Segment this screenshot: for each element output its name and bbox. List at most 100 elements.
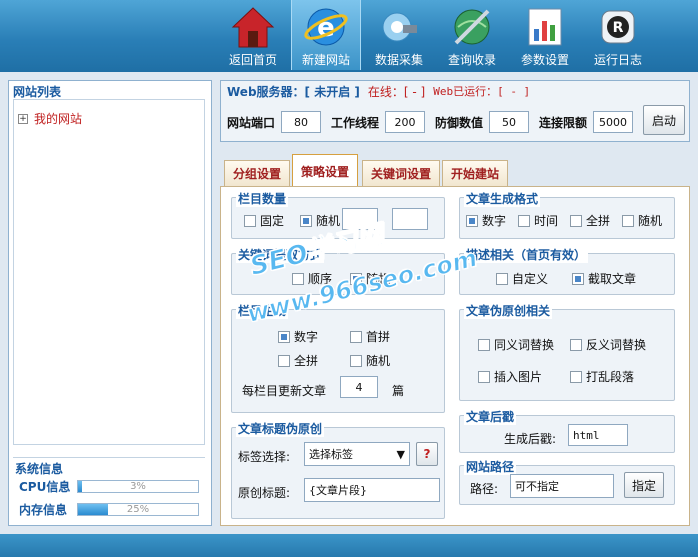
start-button[interactable]: 启动 [643,105,685,135]
defense-field: 防御数值 50 [435,111,530,133]
column-gen-digit[interactable]: 数字 [278,328,318,345]
threads-field: 工作线程 200 [331,111,426,133]
nav-home-button[interactable]: 返回首页 [218,0,288,70]
description-custom[interactable]: 自定义 [496,270,548,287]
synonym-replace[interactable]: 同义词替换 [478,336,554,353]
insert-image[interactable]: 插入图片 [478,368,542,385]
log-icon: R [595,4,641,50]
keyword-extract-group: 关键词提取方式 顺序 随机 [231,246,445,295]
status-bar [0,534,698,557]
threads-label: 工作线程 [331,115,380,130]
nav-index-query-label: 查询收录 [447,53,496,67]
nav-new-site-label: 新建网站 [301,53,350,67]
cpu-value: 3% [130,481,146,492]
server-title: Web服务器：[ 未开启 ] [227,85,360,99]
article-format-full[interactable]: 全拼 [570,212,610,229]
nav-settings-label: 参数设置 [520,53,569,67]
antonym-replace[interactable]: 反义词替换 [570,336,646,353]
cpu-label: CPU信息 [19,480,71,494]
top-toolbar: 返回首页 e 新建网站 数据采集 查询收录 参数设置 R 运行日志 [0,0,698,72]
nav-collect-button[interactable]: 数据采集 [364,0,434,70]
port-field: 网站端口 80 [227,111,322,133]
site-list-title: 网站列表 [11,83,64,100]
tag-select-dropdown[interactable]: 选择标签 ▼ [304,442,410,466]
search-globe-icon [449,4,495,50]
settings-panel: Web服务器：[ 未开启 ] 在线：[ - ] Web已运行：[ - ] 网站端… [220,80,690,526]
memory-label: 内存信息 [19,503,68,517]
site-list-panel: 网站列表 + 我的网站 系统信息 CPU信息 3% 内存信息 25% [8,80,212,526]
article-format-random[interactable]: 随机 [622,212,662,229]
tab-bar: 分组设置 策略设置 关键词设置 开始建站 [220,150,690,188]
nav-log-button[interactable]: R 运行日志 [583,0,653,70]
suffix-label: 生成后戳: [504,432,557,446]
column-gen-initials[interactable]: 首拼 [350,328,390,345]
system-info-title: 系统信息 [13,460,66,477]
keyword-extract-random[interactable]: 随机 [350,270,390,287]
site-tree[interactable]: + 我的网站 [13,99,205,445]
ie-globe-icon: e [303,4,349,50]
article-suffix-title: 文章后戳 [464,408,517,425]
column-count-fixed[interactable]: 固定 [244,212,284,229]
column-count-group: 栏目数量 固定 随机 [231,190,445,239]
svg-text:R: R [613,20,624,36]
defense-input[interactable]: 50 [489,111,530,133]
cpu-progress-bar: 3% [77,480,199,493]
nav-new-site-button[interactable]: e 新建网站 [291,0,361,70]
server-status: Web服务器：[ 未开启 ] 在线：[ - ] Web已运行：[ - ] [227,83,530,100]
shuffle-paragraphs[interactable]: 打乱段落 [570,368,634,385]
connection-limit-field: 连接限额 5000 [539,111,634,133]
defense-label: 防御数值 [435,115,484,130]
article-pseudo-title: 文章伪原创相关 [464,302,553,319]
home-icon [230,4,276,50]
per-column-input[interactable]: 4 [340,376,378,398]
nav-log-label: 运行日志 [593,53,642,67]
path-specify-button[interactable]: 指定 [624,472,664,498]
memory-row: 内存信息 25% [19,501,199,518]
chart-icon [522,4,568,50]
online-count: 在线：[ - ] [367,85,426,99]
nav-index-query-button[interactable]: 查询收录 [437,0,507,70]
article-pseudo-group: 文章伪原创相关 同义词替换 反义词替换 插入图片 打乱段落 [459,302,675,401]
port-input[interactable]: 80 [281,111,322,133]
column-count-title: 栏目数量 [236,190,289,207]
expand-icon[interactable]: + [18,113,28,124]
title-pseudo-title: 文章标题伪原创 [236,420,325,437]
memory-progress-bar: 25% [77,503,199,516]
column-count-min-input[interactable] [342,208,378,230]
tree-item-label: 我的网站 [34,112,83,126]
connection-limit-label: 连接限额 [539,115,588,130]
column-count-max-input[interactable] [392,208,428,230]
tab-start-build[interactable]: 开始建站 [442,160,509,186]
tab-group-settings[interactable]: 分组设置 [224,160,291,186]
title-pseudo-group: 文章标题伪原创 标签选择: 选择标签 ▼ ? 原创标题: {文章片段} [231,420,445,519]
tab-keyword-settings[interactable]: 关键词设置 [362,160,441,186]
tree-item-my-site[interactable]: + 我的网站 [18,110,82,127]
site-path-group: 网站路径 路径: 可不指定 指定 [459,458,675,505]
tag-help-button[interactable]: ? [416,442,438,466]
suffix-input[interactable]: html [568,424,628,446]
column-count-random[interactable]: 随机 [300,212,340,229]
path-input[interactable]: 可不指定 [510,474,614,498]
satellite-icon [376,4,422,50]
nav-collect-label: 数据采集 [374,53,423,67]
tab-strategy-settings[interactable]: 策略设置 [292,154,359,188]
port-label: 网站端口 [227,115,276,130]
threads-input[interactable]: 200 [385,111,426,133]
keyword-extract-title: 关键词提取方式 [236,246,325,263]
column-gen-random[interactable]: 随机 [350,352,390,369]
per-column-unit: 篇 [392,384,405,398]
strategy-tab-body: 栏目数量 固定 随机 关键词提取方式 顺序 随机 栏目生成 数字 首拼 全拼 随… [220,186,690,526]
connection-limit-input[interactable]: 5000 [593,111,634,133]
nav-settings-button[interactable]: 参数设置 [510,0,580,70]
original-title-input[interactable]: {文章片段} [304,478,440,502]
article-format-time[interactable]: 时间 [518,212,558,229]
memory-value: 25% [126,504,150,515]
keyword-extract-order[interactable]: 顺序 [292,270,332,287]
site-path-title: 网站路径 [464,458,517,475]
article-format-digit[interactable]: 数字 [466,212,506,229]
column-gen-full[interactable]: 全拼 [278,352,318,369]
system-info: 系统信息 CPU信息 3% 内存信息 25% [13,457,205,521]
description-excerpt[interactable]: 截取文章 [572,270,636,287]
description-title: 描述相关（首页有效） [464,246,589,263]
chevron-down-icon: ▼ [396,447,405,461]
